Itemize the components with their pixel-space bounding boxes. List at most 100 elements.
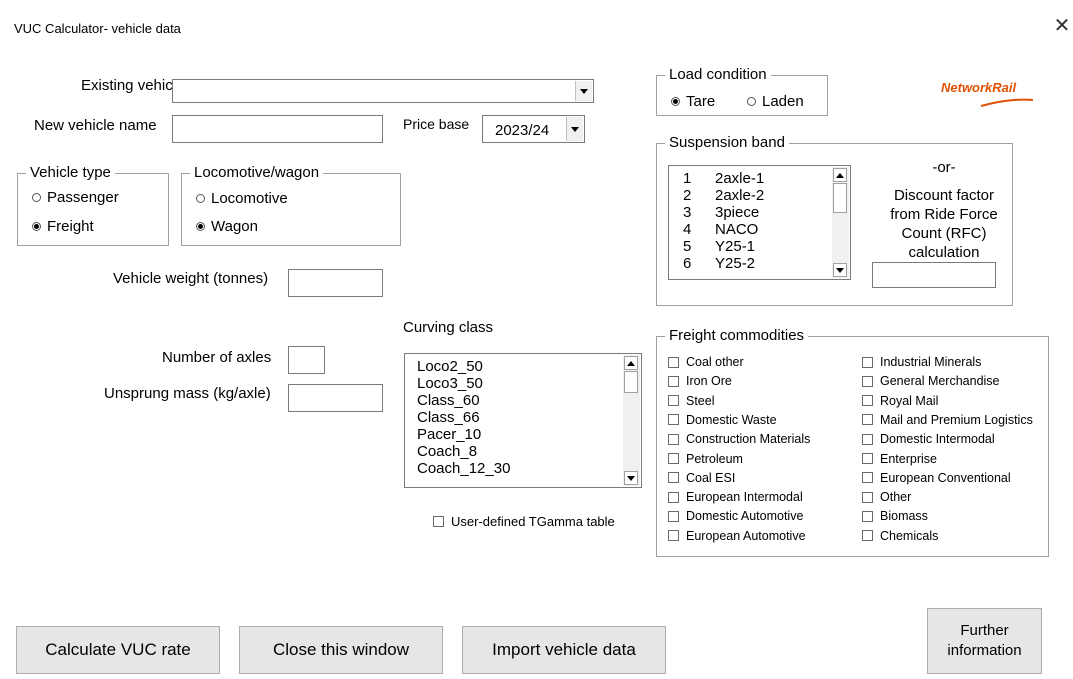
curving-class-option[interactable]: Loco3_50 <box>417 375 510 392</box>
commodity-checkbox-box[interactable] <box>862 395 873 407</box>
suspension-band-name: 2axle-1 <box>715 170 765 187</box>
commodity-checkbox-box[interactable] <box>668 414 679 426</box>
commodity-checkbox[interactable]: Construction Materials <box>668 432 810 446</box>
rfc-discount-field[interactable] <box>872 262 996 288</box>
commodity-checkbox-box[interactable] <box>862 356 873 368</box>
commodity-checkbox[interactable]: Mail and Premium Logistics <box>862 413 1033 427</box>
commodity-checkbox[interactable]: Domestic Waste <box>668 413 777 427</box>
suspension-band-option[interactable]: 2 2axle-2 <box>683 187 764 204</box>
commodity-checkbox[interactable]: Iron Ore <box>668 374 732 388</box>
radio-tare-dot[interactable] <box>671 97 680 106</box>
suspension-band-number: 2 <box>683 187 692 204</box>
radio-wagon[interactable]: Wagon <box>196 218 258 235</box>
commodity-checkbox[interactable]: General Merchandise <box>862 374 1000 388</box>
commodity-checkbox-box[interactable] <box>668 491 679 503</box>
curving-class-label: Curving class <box>403 319 494 336</box>
commodity-checkbox-box[interactable] <box>668 530 679 542</box>
suspension-band-option[interactable]: 5 Y25-1 <box>683 238 764 255</box>
commodity-checkbox[interactable]: Coal ESI <box>668 471 735 485</box>
suspension-band-option[interactable]: 6 Y25-2 <box>683 255 764 272</box>
scroll-thumb[interactable] <box>833 183 847 213</box>
commodity-checkbox[interactable]: Enterprise <box>862 452 937 466</box>
radio-wagon-dot[interactable] <box>196 222 205 231</box>
commodity-checkbox[interactable]: Petroleum <box>668 452 743 466</box>
radio-locomotive[interactable]: Locomotive <box>196 190 288 207</box>
close-icon[interactable]: ✕ <box>1050 14 1073 38</box>
curving-class-option[interactable]: Class_60 <box>417 392 510 409</box>
commodity-checkbox[interactable]: Industrial Minerals <box>862 355 981 369</box>
radio-passenger[interactable]: Passenger <box>32 189 119 206</box>
commodity-checkbox-box[interactable] <box>862 433 873 445</box>
curving-class-scrollbar[interactable] <box>623 355 640 486</box>
commodity-checkbox[interactable]: Domestic Intermodal <box>862 432 995 446</box>
vehicle-type-group: Vehicle type Passenger Freight <box>17 164 169 246</box>
curving-class-listbox[interactable]: Loco2_50 Loco3_50 Class_60 Class_66 Pacer_10… <box>404 353 642 488</box>
commodity-checkbox[interactable]: European Automotive <box>668 529 806 543</box>
price-base-select[interactable]: 2023/24 <box>482 115 585 143</box>
commodity-checkbox[interactable]: Coal other <box>668 355 744 369</box>
freight-commodities-title: Freight commodities <box>665 327 809 344</box>
commodity-checkbox-box[interactable] <box>668 472 679 484</box>
commodity-checkbox[interactable]: Biomass <box>862 509 928 523</box>
curving-class-option[interactable]: Coach_8 <box>417 443 510 460</box>
chevron-down-icon[interactable] <box>575 81 592 101</box>
suspension-band-listbox[interactable]: 1 2axle-1 2 2axle-2 3 3piece 4 NACO 5 Y25-1 6 Y25-2 <box>668 165 851 280</box>
curving-class-option[interactable]: Loco2_50 <box>417 358 510 375</box>
calculate-vuc-button[interactable]: Calculate VUC rate <box>16 626 220 674</box>
commodity-checkbox-box[interactable] <box>862 453 873 464</box>
commodity-checkbox-box[interactable] <box>668 510 679 522</box>
commodity-checkbox-box[interactable] <box>862 414 873 426</box>
radio-laden-label: Laden <box>762 93 804 110</box>
commodity-checkbox-box[interactable] <box>862 491 873 503</box>
tgamma-checkbox[interactable]: User-defined TGamma table <box>433 514 615 529</box>
commodity-checkbox-box[interactable] <box>862 375 873 387</box>
commodity-checkbox[interactable]: Steel <box>668 394 715 408</box>
commodity-checkbox-box[interactable] <box>862 510 873 522</box>
radio-passenger-dot[interactable] <box>32 193 41 202</box>
suspension-band-option[interactable]: 4 NACO <box>683 221 764 238</box>
scroll-thumb[interactable] <box>624 371 638 393</box>
further-info-line-2: information <box>947 642 1022 659</box>
unsprung-mass-field[interactable] <box>288 384 383 412</box>
vehicle-weight-field[interactable] <box>288 269 383 297</box>
commodity-checkbox[interactable]: European Intermodal <box>668 490 803 504</box>
number-of-axles-field[interactable] <box>288 346 325 374</box>
commodity-checkbox[interactable]: Royal Mail <box>862 394 938 408</box>
commodity-checkbox-box[interactable] <box>668 433 679 445</box>
curving-class-option[interactable]: Pacer_10 <box>417 426 510 443</box>
commodity-checkbox[interactable]: Other <box>862 490 911 504</box>
existing-vehicle-select[interactable] <box>172 79 594 103</box>
radio-laden[interactable]: Laden <box>747 93 804 110</box>
commodity-checkbox-box[interactable] <box>862 472 873 484</box>
new-vehicle-name-field[interactable] <box>172 115 383 143</box>
radio-tare[interactable]: Tare <box>671 93 715 110</box>
radio-laden-dot[interactable] <box>747 97 756 106</box>
tgamma-checkbox-box[interactable] <box>433 516 444 527</box>
commodity-checkbox-box[interactable] <box>668 375 679 387</box>
commodity-checkbox-box[interactable] <box>668 356 679 368</box>
radio-freight[interactable]: Freight <box>32 218 94 235</box>
commodity-checkbox-box[interactable] <box>668 453 679 464</box>
close-window-button[interactable]: Close this window <box>239 626 443 674</box>
suspension-band-option[interactable]: 1 2axle-1 <box>683 170 764 187</box>
commodity-checkbox[interactable]: Chemicals <box>862 529 938 543</box>
unsprung-mass-label: Unsprung mass (kg/axle) <box>104 385 271 402</box>
radio-locomotive-dot[interactable] <box>196 194 205 203</box>
chevron-down-icon[interactable] <box>566 117 583 141</box>
scroll-up-icon[interactable] <box>833 168 847 182</box>
commodity-checkbox-box[interactable] <box>862 530 873 542</box>
commodity-checkbox[interactable]: European Conventional <box>862 471 1011 485</box>
scroll-down-icon[interactable] <box>624 471 638 485</box>
radio-freight-dot[interactable] <box>32 222 41 231</box>
scroll-up-icon[interactable] <box>624 356 638 370</box>
further-information-button[interactable]: Further information <box>927 608 1042 674</box>
commodity-label: Domestic Intermodal <box>880 432 995 447</box>
commodity-checkbox-box[interactable] <box>668 395 679 407</box>
scroll-down-icon[interactable] <box>833 263 847 277</box>
import-vehicle-data-button[interactable]: Import vehicle data <box>462 626 666 674</box>
suspension-band-option[interactable]: 3 3piece <box>683 204 764 221</box>
commodity-checkbox[interactable]: Domestic Automotive <box>668 509 803 523</box>
curving-class-option[interactable]: Class_66 <box>417 409 510 426</box>
curving-class-option[interactable]: Coach_12_30 <box>417 460 510 477</box>
suspension-scrollbar[interactable] <box>832 167 849 278</box>
